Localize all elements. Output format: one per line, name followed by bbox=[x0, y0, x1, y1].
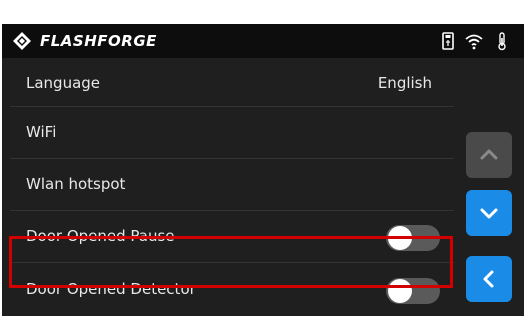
scroll-up-button[interactable] bbox=[466, 132, 512, 178]
thermometer-icon bbox=[498, 32, 506, 51]
setting-row-wifi[interactable]: WiFi bbox=[2, 107, 452, 159]
chevron-left-icon bbox=[483, 270, 494, 288]
highlight-box bbox=[9, 236, 453, 288]
back-button[interactable] bbox=[466, 256, 512, 302]
usb-drive-icon bbox=[442, 32, 454, 50]
brand-name: FLASHFORGE bbox=[40, 32, 157, 50]
wifi-icon bbox=[465, 34, 483, 50]
setting-row-language[interactable]: Language English bbox=[2, 58, 452, 110]
scroll-down-button[interactable] bbox=[466, 190, 512, 236]
language-value: English bbox=[377, 74, 432, 92]
screenshot-frame: FLASHFORGE Language English WiFi Wlan ho… bbox=[0, 0, 526, 316]
setting-label: Language bbox=[26, 74, 101, 92]
setting-label: WiFi bbox=[26, 123, 57, 141]
chevron-up-icon bbox=[480, 149, 498, 160]
setting-label: Wlan hotspot bbox=[26, 175, 126, 193]
setting-row-wlan-hotspot[interactable]: Wlan hotspot bbox=[2, 159, 452, 211]
top-bar: FLASHFORGE bbox=[2, 24, 524, 58]
chevron-down-icon bbox=[480, 208, 498, 219]
flashforge-logo-icon bbox=[13, 32, 31, 50]
